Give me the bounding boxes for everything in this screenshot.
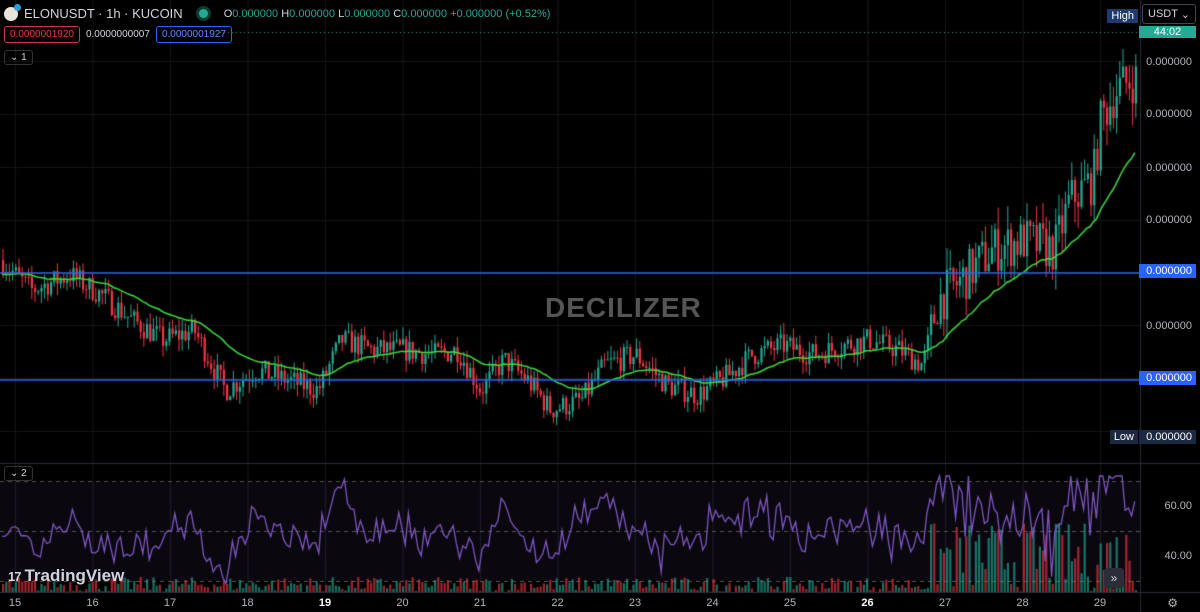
symbol-header: ELONUSDT · 1h · KUCOIN O0.000000 H0.0000… — [4, 3, 551, 21]
high-label: High — [1107, 9, 1138, 23]
tradingview-logo: 17 TradingView — [8, 566, 125, 585]
buy-price-button[interactable]: 0.0000001927 — [155, 26, 232, 43]
time-axis-label: 28 — [1016, 597, 1029, 609]
hline-price-tag: 0.000000 — [1139, 371, 1196, 385]
time-axis-label: 22 — [551, 597, 564, 609]
time-axis-label: 19 — [318, 597, 332, 609]
pane-1-collapse-toggle[interactable]: ⌄ 1 — [4, 50, 33, 65]
time-axis-label: 20 — [396, 597, 409, 609]
low-value: 0.000000 — [1139, 430, 1196, 444]
time-axis-label: 21 — [473, 597, 487, 609]
price-axis-label: 0.000000 — [1146, 108, 1192, 120]
hline-price-tag: 0.000000 — [1139, 264, 1196, 278]
time-axis-label: 16 — [86, 597, 99, 609]
time-axis-label: 17 — [163, 597, 177, 609]
rsi-axis-label: 40.00 — [1164, 550, 1192, 562]
sell-price-button[interactable]: 0.0000001920 — [4, 26, 80, 43]
rsi-axis-label: 60.00 — [1164, 500, 1192, 512]
time-axis-label: 27 — [938, 597, 952, 609]
price-axis-label: 0.000000 — [1146, 214, 1192, 226]
price-axis-label: 0.000000 — [1146, 320, 1192, 332]
coin-logo-icon — [4, 3, 21, 21]
spread-value: 0.0000000007 — [85, 29, 150, 40]
price-axis-label: 0.000000 — [1146, 56, 1192, 68]
pane-2-collapse-toggle[interactable]: ⌄ 2 — [4, 466, 33, 481]
price-axis-label: 0.000000 — [1146, 162, 1192, 174]
time-axis-label: 29 — [1093, 597, 1107, 609]
settings-gear-icon[interactable]: ⚙ — [1167, 596, 1178, 610]
currency-select[interactable]: USDT ⌄ — [1142, 4, 1196, 24]
time-axis-label: 25 — [783, 597, 797, 609]
market-status-icon — [198, 9, 208, 18]
ohlc-values: O0.000000 H0.000000 L0.000000 C0.000000 … — [223, 7, 551, 20]
scroll-to-realtime-button[interactable]: » — [1104, 568, 1124, 588]
symbol-title[interactable]: ELONUSDT · 1h · KUCOIN — [24, 6, 183, 21]
time-axis-label: 24 — [706, 597, 719, 609]
watermark: DECILIZER — [545, 292, 702, 323]
time-axis-label: 18 — [241, 597, 254, 609]
low-label: Low — [1109, 430, 1138, 444]
time-axis-label: 23 — [628, 597, 642, 609]
candle-timer: 44:02 — [1139, 26, 1196, 38]
time-axis-label: 15 — [8, 597, 22, 609]
time-axis-label: 26 — [861, 597, 874, 609]
